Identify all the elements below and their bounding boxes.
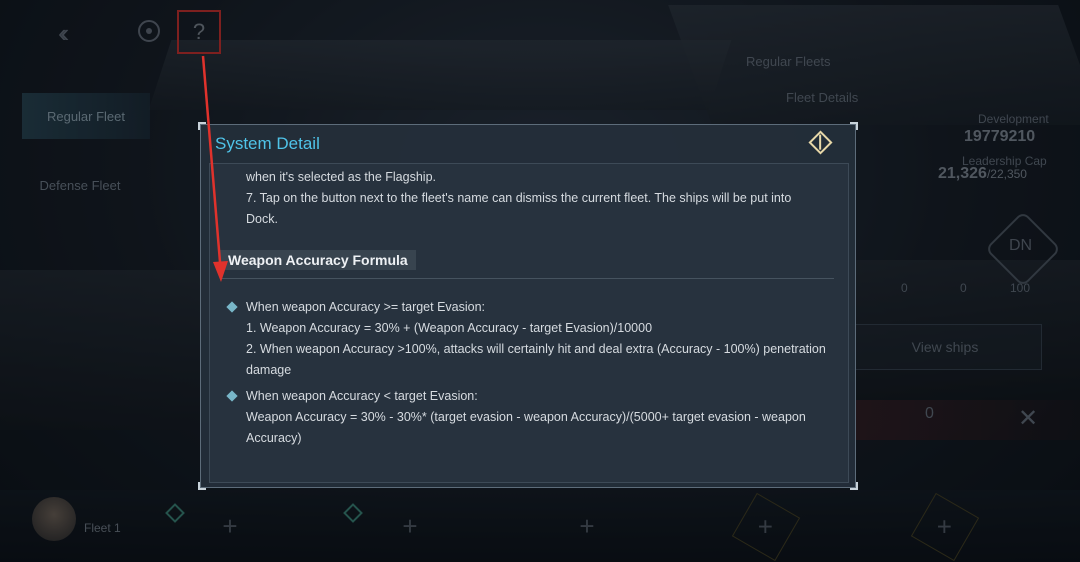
annotation-arrow xyxy=(201,55,228,282)
